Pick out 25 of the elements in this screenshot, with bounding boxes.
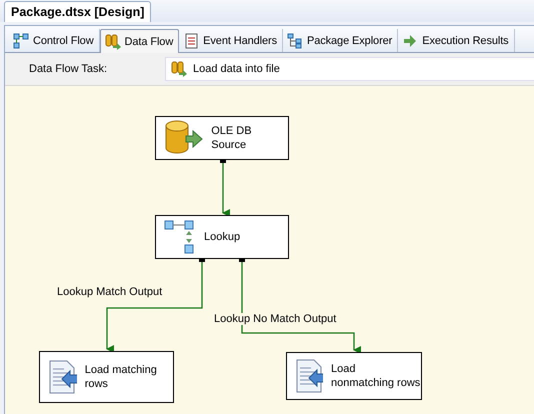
tree-icon	[286, 32, 303, 48]
connector-arrow[interactable]	[220, 160, 230, 217]
designer-tab[interactable]: Event Handlers	[179, 29, 283, 52]
task-dropdown[interactable]: Load data into file	[165, 57, 534, 81]
connector-label: Lookup No Match Output	[213, 313, 338, 325]
component-node[interactable]: Load nonmatching rows	[286, 352, 422, 400]
notepad-icon	[183, 32, 200, 48]
flow-icon	[13, 32, 29, 48]
cylinders-icon	[171, 61, 187, 77]
component-node[interactable]: Lookup	[155, 215, 289, 259]
designer-tab[interactable]: Execution Results	[398, 29, 515, 52]
designer-tab[interactable]: Control Flow	[9, 29, 100, 52]
designer-tab[interactable]: Data Flow	[100, 29, 180, 53]
cylinders-icon	[104, 34, 121, 50]
document-tab[interactable]: Package.dtsx [Design]	[4, 1, 152, 22]
component-node[interactable]: OLE DB Source	[155, 116, 289, 160]
designer-tab[interactable]: Package Explorer	[282, 29, 398, 52]
database-icon	[164, 120, 204, 156]
lookup-icon	[164, 220, 196, 254]
component-node[interactable]: Load matching rows	[39, 351, 174, 403]
document-icon	[48, 360, 77, 394]
connector-label: Lookup Match Output	[56, 286, 164, 298]
task-label: Data Flow Task:	[29, 63, 108, 75]
arrow-icon	[402, 32, 418, 48]
document-icon	[295, 359, 323, 393]
